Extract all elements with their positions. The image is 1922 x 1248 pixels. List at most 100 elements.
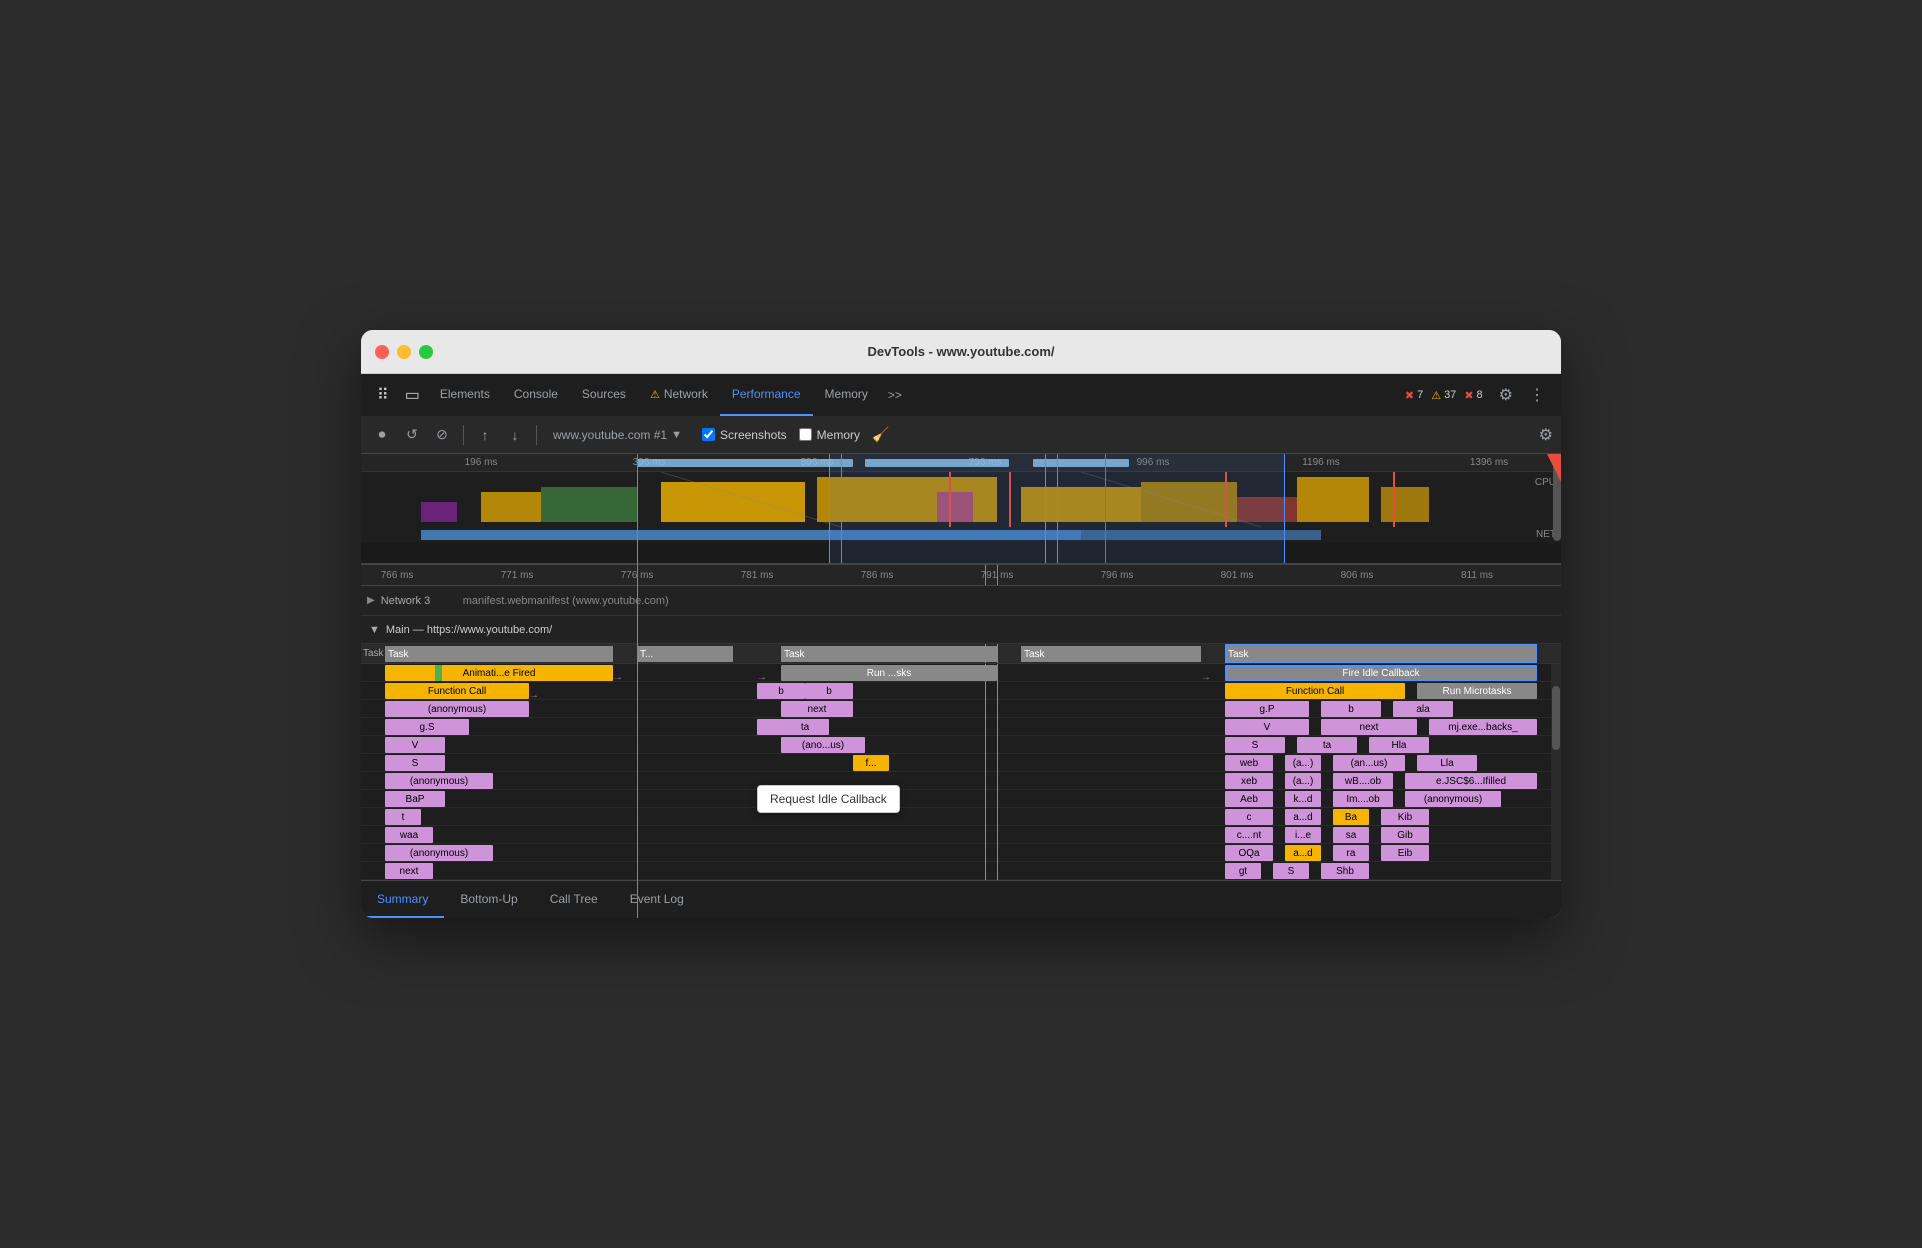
anon-block-2[interactable]: (anonymous): [385, 773, 493, 789]
flame-cursor-2: [997, 664, 998, 880]
f-block[interactable]: f...: [853, 755, 889, 771]
v-block[interactable]: V: [1225, 719, 1309, 735]
inspector-icon[interactable]: ⠿: [369, 374, 397, 416]
eib-block[interactable]: Eib: [1381, 845, 1429, 861]
screenshots-check[interactable]: Screenshots: [702, 428, 787, 442]
s-block[interactable]: S: [1225, 737, 1285, 753]
t-block[interactable]: t: [385, 809, 421, 825]
ala-block[interactable]: ala: [1393, 701, 1453, 717]
maximize-button[interactable]: [419, 345, 433, 359]
aeb-block[interactable]: Aeb: [1225, 791, 1273, 807]
more-tabs-button[interactable]: >>: [880, 388, 910, 402]
tab-call-tree[interactable]: Call Tree: [534, 882, 614, 918]
run-microtasks[interactable]: Run Microtasks: [1417, 683, 1537, 699]
ejsc-block[interactable]: e.JSC$6...Ifilled: [1405, 773, 1537, 789]
record-button[interactable]: ⏺: [369, 422, 395, 448]
memory-check[interactable]: Memory: [799, 428, 860, 442]
right-scrollbar-thumb[interactable]: [1552, 686, 1560, 751]
devtools-settings-button[interactable]: ⚙: [1491, 385, 1521, 405]
ba-block[interactable]: Ba: [1333, 809, 1369, 825]
next-block-2[interactable]: next: [385, 863, 433, 879]
hla-block[interactable]: Hla: [1369, 737, 1429, 753]
waa-block[interactable]: waa: [385, 827, 433, 843]
tab-bottom-up[interactable]: Bottom-Up: [444, 882, 533, 918]
upload-button[interactable]: ↑: [472, 422, 498, 448]
anon-right[interactable]: (anonymous): [1405, 791, 1501, 807]
ta-block-r[interactable]: ta: [1297, 737, 1357, 753]
b-block-mid[interactable]: b: [805, 683, 853, 699]
kib-block[interactable]: Kib: [1381, 809, 1429, 825]
func-call-right[interactable]: Function Call: [1225, 683, 1405, 699]
sa-block[interactable]: sa: [1333, 827, 1369, 843]
b-block-left[interactable]: b: [757, 683, 805, 699]
fire-idle-block[interactable]: Fire Idle Callback: [1225, 665, 1537, 681]
task-block-1: Task: [385, 646, 613, 662]
network-row: ▶ Network 3 manifest.webmanifest (www.yo…: [361, 586, 1561, 616]
next-block-1[interactable]: next: [781, 701, 853, 717]
download-button[interactable]: ↓: [502, 422, 528, 448]
lla-block[interactable]: Lla: [1417, 755, 1477, 771]
gib-block[interactable]: Gib: [1381, 827, 1429, 843]
gs-block[interactable]: g.S: [385, 719, 469, 735]
overview-timeline[interactable]: 196 ms 396 ms 596 ms 796 ms 996 ms 1196 …: [361, 454, 1561, 564]
clean-button[interactable]: 🧹: [872, 426, 889, 443]
ra-block[interactable]: ra: [1333, 845, 1369, 861]
xeb-block[interactable]: xeb: [1225, 773, 1273, 789]
close-button[interactable]: [375, 345, 389, 359]
c-block[interactable]: c: [1225, 809, 1273, 825]
tab-sources[interactable]: Sources: [570, 374, 638, 416]
warning-icon: ⚠: [1431, 389, 1441, 402]
anon-block-3[interactable]: (anonymous): [385, 845, 493, 861]
an-block-1[interactable]: (a...): [1285, 755, 1321, 771]
main-collapse-icon[interactable]: ▼: [369, 624, 380, 636]
reload-button[interactable]: ↺: [399, 422, 425, 448]
ie-block[interactable]: i...e: [1285, 827, 1321, 843]
kd-block[interactable]: k...d: [1285, 791, 1321, 807]
tab-elements[interactable]: Elements: [428, 374, 502, 416]
ta-block-2[interactable]: ta: [781, 719, 829, 735]
tab-performance[interactable]: Performance: [720, 374, 813, 416]
tab-event-log[interactable]: Event Log: [614, 882, 700, 918]
web-block[interactable]: web: [1225, 755, 1273, 771]
anous-block[interactable]: (ano...us): [781, 737, 865, 753]
zoom-mark: 781 ms: [741, 570, 774, 581]
anim-fired-block[interactable]: Animati...e Fired: [385, 665, 613, 681]
end-triangle: [1547, 454, 1561, 482]
devtools-more-button[interactable]: ⋮: [1521, 385, 1553, 405]
anon-block-1[interactable]: (anonymous): [385, 701, 529, 717]
perf-settings-button[interactable]: ⚙: [1539, 425, 1553, 445]
b-block-r[interactable]: b: [1321, 701, 1381, 717]
gp-block[interactable]: g.P: [1225, 701, 1309, 717]
oqa-block[interactable]: OQa: [1225, 845, 1273, 861]
wbob-block[interactable]: wB....ob: [1333, 773, 1393, 789]
minimize-button[interactable]: [397, 345, 411, 359]
mj-block[interactable]: mj.exe...backs_: [1429, 719, 1537, 735]
s-block-2[interactable]: S: [385, 755, 445, 771]
device-toggle-icon[interactable]: ▭: [397, 374, 428, 416]
tab-memory[interactable]: Memory: [813, 374, 880, 416]
info-icon: ✖: [1464, 389, 1473, 402]
network-expand-icon[interactable]: ▶: [367, 595, 375, 606]
s-block-r[interactable]: S: [1273, 863, 1309, 879]
screenshots-checkbox[interactable]: [702, 428, 715, 441]
bap-block[interactable]: BaP: [385, 791, 445, 807]
cnt-block[interactable]: c....nt: [1225, 827, 1273, 843]
tab-summary[interactable]: Summary: [361, 882, 444, 918]
an-block-2[interactable]: (a...): [1285, 773, 1321, 789]
ad-block[interactable]: a...d: [1285, 809, 1321, 825]
run-sks-block[interactable]: Run ...sks: [781, 665, 997, 681]
shb-block[interactable]: Shb: [1321, 863, 1369, 879]
tab-network[interactable]: ⚠ Network: [638, 374, 720, 416]
func-call-block[interactable]: Function Call: [385, 683, 529, 699]
anus-block[interactable]: (an...us): [1333, 755, 1405, 771]
flame-row-4: g.S ta ta V next mj.exe...backs_: [361, 718, 1561, 736]
clear-button[interactable]: ⊘: [429, 422, 455, 448]
tab-console[interactable]: Console: [502, 374, 570, 416]
gt-block[interactable]: gt: [1225, 863, 1261, 879]
ad2-block[interactable]: a...d: [1285, 845, 1321, 861]
imob-block[interactable]: Im....ob: [1333, 791, 1393, 807]
url-selector[interactable]: www.youtube.com #1 ▼: [545, 428, 690, 442]
v-block-2[interactable]: V: [385, 737, 445, 753]
next-block-r[interactable]: next: [1321, 719, 1417, 735]
memory-checkbox[interactable]: [799, 428, 812, 441]
